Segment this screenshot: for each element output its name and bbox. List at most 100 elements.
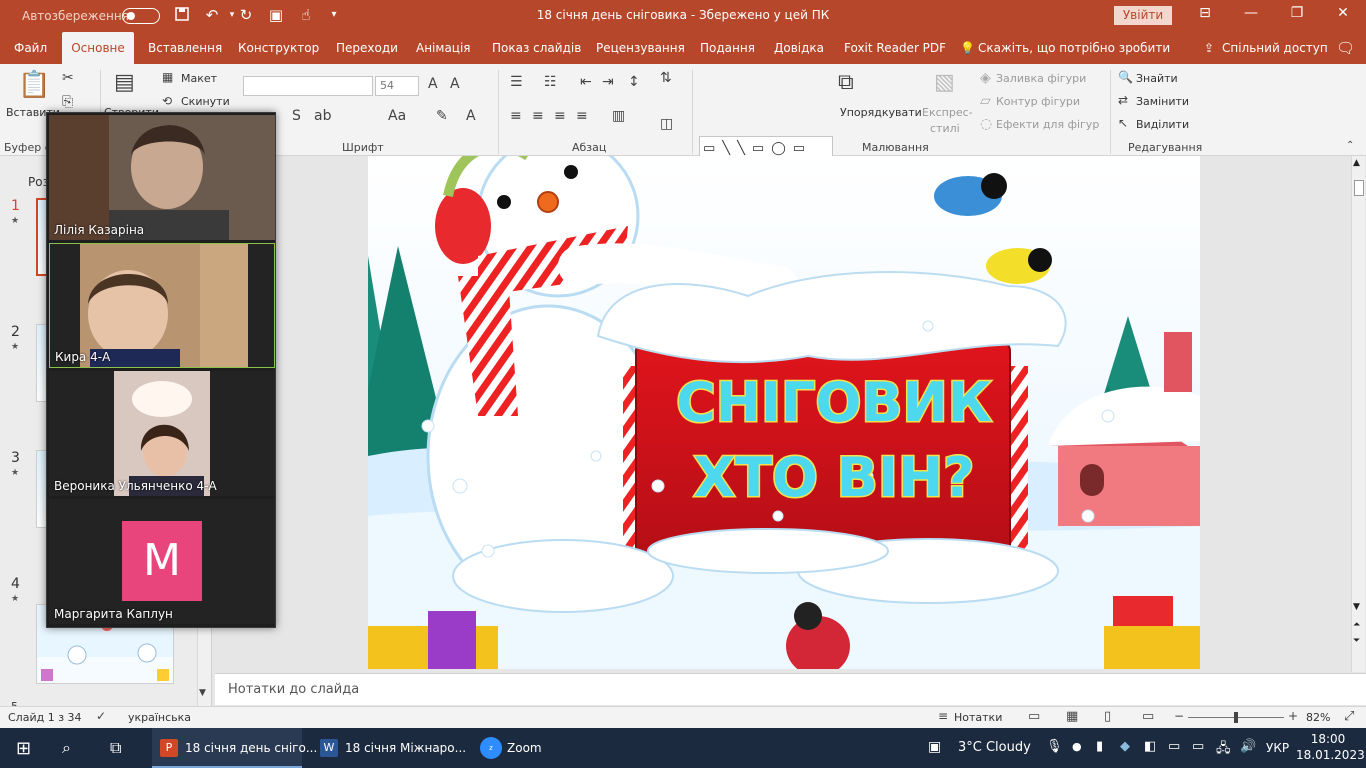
text-direction-icon[interactable]: ⇅	[660, 70, 672, 86]
scroll-down-icon[interactable]: ▼	[1353, 602, 1360, 612]
align-center-icon[interactable]: ≡	[532, 108, 544, 124]
columns-icon[interactable]: ▥	[612, 108, 625, 124]
layout-button[interactable]: Макет	[181, 72, 217, 85]
language-indicator[interactable]: українська	[128, 711, 191, 724]
maximize-icon[interactable]: ❐	[1274, 5, 1320, 21]
network-icon[interactable]: 🖧	[1216, 739, 1231, 761]
select-button[interactable]: Виділити	[1136, 118, 1189, 131]
shape-effects-button[interactable]: Ефекти для фігур	[996, 118, 1099, 131]
tab-view[interactable]: Подання	[698, 32, 757, 64]
tray-app-icon[interactable]: ▮	[1096, 739, 1103, 754]
redo-icon[interactable]: ↻	[236, 6, 256, 24]
video-tile-participant[interactable]: Кира 4-А	[49, 243, 275, 368]
volume-icon[interactable]: 🔊	[1240, 739, 1256, 754]
present-from-start-icon[interactable]: ▣	[266, 6, 286, 24]
font-color-icon[interactable]: A	[466, 108, 476, 124]
align-right-icon[interactable]: ≡	[554, 108, 566, 124]
save-icon[interactable]	[172, 6, 192, 26]
tab-file[interactable]: Файл	[12, 32, 49, 64]
taskbar-app-word[interactable]: W 18 січня Міжнаро...	[312, 728, 466, 768]
justify-icon[interactable]: ≡	[576, 108, 588, 124]
numbering-icon[interactable]: ☷	[544, 74, 557, 90]
tab-insert[interactable]: Вставлення	[146, 32, 224, 64]
quick-styles-icon[interactable]: ▧	[934, 70, 955, 95]
arrange-icon[interactable]: ⧉	[838, 70, 854, 95]
previous-slide-icon[interactable]: ⏶	[1353, 620, 1360, 630]
minimize-icon[interactable]: —	[1228, 5, 1274, 21]
tab-transitions[interactable]: Переходи	[334, 32, 400, 64]
new-slide-icon[interactable]: ▤	[114, 70, 135, 95]
scroll-up-icon[interactable]: ▲	[1353, 158, 1360, 168]
font-size-input[interactable]: 54	[375, 76, 419, 96]
close-icon[interactable]: ✕	[1320, 5, 1366, 21]
taskbar-app-powerpoint[interactable]: P 18 січня день сніго...	[152, 728, 317, 768]
change-case-icon[interactable]: Aa	[388, 108, 406, 124]
reset-button[interactable]: Скинути	[181, 95, 230, 108]
shape-outline-button[interactable]: Контур фігури	[996, 95, 1080, 108]
slide-title-line2[interactable]: ХТО ВІН?	[692, 445, 976, 511]
windows-start-icon[interactable]: ⊞	[16, 738, 31, 759]
tray-app-icon[interactable]: ◆	[1120, 739, 1130, 754]
ribbon-display-icon[interactable]: ⊟	[1182, 5, 1228, 21]
tab-foxit[interactable]: Foxit Reader PDF	[842, 32, 948, 64]
tray-app-icon[interactable]: ▭	[1168, 739, 1180, 754]
keyboard-language[interactable]: УКР	[1266, 728, 1289, 768]
video-tile-participant[interactable]: Вероника Ульянченко 4-А	[49, 371, 275, 496]
tab-design[interactable]: Конструктор	[236, 32, 321, 64]
decrease-font-icon[interactable]: A	[450, 76, 460, 92]
zoom-slider-thumb[interactable]	[1234, 712, 1238, 723]
sign-in-button[interactable]: Увійти	[1114, 6, 1172, 25]
notes-pane[interactable]: Нотатки до слайда	[215, 673, 1366, 705]
share-button[interactable]: Спільний доступ	[1220, 32, 1330, 64]
slide-sorter-icon[interactable]: ▦	[1066, 709, 1078, 724]
align-left-icon[interactable]: ≡	[510, 108, 522, 124]
scroll-thumb[interactable]	[1354, 180, 1364, 196]
task-view-icon[interactable]: ⧉	[110, 738, 121, 758]
video-tile-participant[interactable]: M Маргарита Каплун	[49, 499, 275, 624]
clock-time[interactable]: 18:00	[1302, 732, 1354, 746]
zoom-slider[interactable]	[1188, 712, 1284, 723]
clock-date[interactable]: 18.01.2023	[1296, 748, 1365, 762]
zoom-tray-icon[interactable]: ●	[1072, 740, 1082, 753]
zoom-video-panel[interactable]: ✦ Лілія Казаріна Кира 4-А Вероника Ульян…	[46, 112, 276, 628]
reading-view-icon[interactable]: ▯	[1104, 709, 1111, 724]
paste-icon[interactable]: 📋	[18, 70, 50, 100]
arrange-button[interactable]: Упорядкувати	[840, 106, 922, 119]
normal-view-icon[interactable]: ▭	[1028, 709, 1040, 724]
next-slide-icon[interactable]: ⏷	[1353, 636, 1360, 646]
slide-scrollbar[interactable]: ▲ ▼ ⏶ ⏷	[1351, 156, 1365, 672]
slideshow-view-icon[interactable]: ▭	[1142, 709, 1154, 724]
taskbar-app-zoom[interactable]: z Zoom	[472, 728, 552, 768]
slide-title-line1[interactable]: СНІГОВИК	[675, 370, 994, 436]
collapse-ribbon-icon[interactable]: ⌃	[1346, 140, 1354, 151]
search-icon[interactable]: ⌕	[62, 738, 71, 758]
scroll-down-icon[interactable]: ▼	[199, 688, 206, 698]
weather-text[interactable]: 3°C Cloudy	[958, 728, 1031, 768]
copy-icon[interactable]: ⎘	[62, 94, 73, 110]
tab-help[interactable]: Довідка	[772, 32, 826, 64]
tab-review[interactable]: Рецензування	[594, 32, 687, 64]
tab-slideshow[interactable]: Показ слайдів	[490, 32, 583, 64]
quick-styles-button[interactable]: Експрес-	[922, 106, 973, 119]
customize-toolbar-icon[interactable]: ▾	[324, 9, 344, 20]
cut-icon[interactable]: ✂	[62, 70, 74, 86]
tab-animations[interactable]: Анімація	[414, 32, 473, 64]
spellcheck-icon[interactable]: ✓	[96, 709, 106, 723]
zoom-out-icon[interactable]: −	[1174, 709, 1184, 723]
smartart-icon[interactable]: ◫	[660, 116, 673, 132]
indent-icon[interactable]: ⇤	[580, 74, 592, 90]
touch-mode-icon[interactable]: ☝	[296, 6, 316, 24]
find-button[interactable]: Знайти	[1136, 72, 1178, 85]
shadow-icon[interactable]: S	[292, 108, 301, 124]
tell-me-search[interactable]: Скажіть, що потрібно зробити	[976, 32, 1172, 64]
notes-toggle-button[interactable]: Нотатки	[954, 711, 1002, 724]
outdent-icon[interactable]: ⇥	[602, 74, 614, 90]
highlight-icon[interactable]: ✎	[436, 108, 448, 124]
shape-fill-button[interactable]: Заливка фігури	[996, 72, 1086, 85]
bullets-icon[interactable]: ☰	[510, 74, 523, 90]
line-spacing-icon[interactable]: ↕	[628, 74, 640, 90]
fit-to-window-icon[interactable]: ⤢	[1344, 709, 1354, 724]
tab-home[interactable]: Основне	[62, 32, 134, 64]
autosave-toggle[interactable]	[122, 8, 160, 24]
increase-font-icon[interactable]: A	[428, 76, 438, 92]
